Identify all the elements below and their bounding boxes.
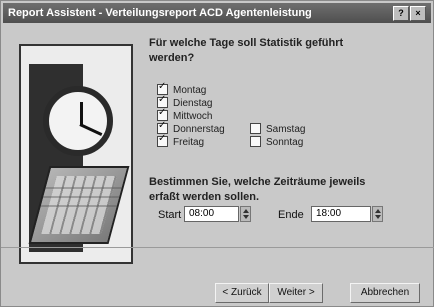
clock-keyboard-illustration (19, 44, 133, 264)
window-title: Report Assistent - Verteilungsreport ACD… (8, 7, 312, 19)
saturday-label: Samstag (266, 124, 306, 136)
end-label: Ende (278, 209, 304, 221)
monday-label: Montag (173, 85, 207, 97)
days-question: Für welche Tage soll Statistik geführt w… (149, 37, 344, 64)
next-button[interactable]: Weiter > (269, 283, 323, 303)
day-sunday[interactable]: Sonntag (250, 136, 304, 149)
close-button[interactable]: × (410, 6, 426, 21)
sunday-label: Sonntag (266, 137, 304, 149)
saturday-checkbox[interactable] (250, 123, 261, 134)
start-time-field[interactable]: 08:00 (184, 206, 239, 222)
day-saturday[interactable]: Samstag (250, 123, 306, 136)
clock-icon (43, 86, 113, 156)
friday-label: Freitag (173, 137, 205, 149)
end-time-spinner[interactable] (372, 206, 383, 222)
day-friday[interactable]: Freitag (157, 134, 205, 149)
tuesday-label: Dienstag (173, 98, 213, 110)
cancel-button[interactable]: Abbrechen (350, 283, 420, 303)
wizard-window: Report Assistent - Verteilungsreport ACD… (0, 0, 434, 307)
thursday-label: Donnerstag (173, 124, 225, 136)
end-time-field[interactable]: 18:00 (311, 206, 371, 222)
title-bar: Report Assistent - Verteilungsreport ACD… (3, 3, 431, 23)
time-range-question: Bestimmen Sie, welche Zeiträume jeweils … (149, 176, 366, 203)
day-thursday[interactable]: Donnerstag (157, 121, 225, 136)
start-label: Start (158, 209, 182, 221)
back-button[interactable]: < Zurück (215, 283, 269, 303)
friday-checkbox[interactable] (157, 134, 168, 147)
wednesday-label: Mittwoch (173, 111, 213, 123)
start-time-spinner[interactable] (240, 206, 251, 222)
sunday-checkbox[interactable] (250, 136, 261, 147)
clock-minute-hand (79, 123, 103, 137)
wizard-content: Für welche Tage soll Statistik geführt w… (5, 26, 429, 266)
help-button[interactable]: ? (393, 6, 409, 21)
button-separator (1, 247, 434, 248)
